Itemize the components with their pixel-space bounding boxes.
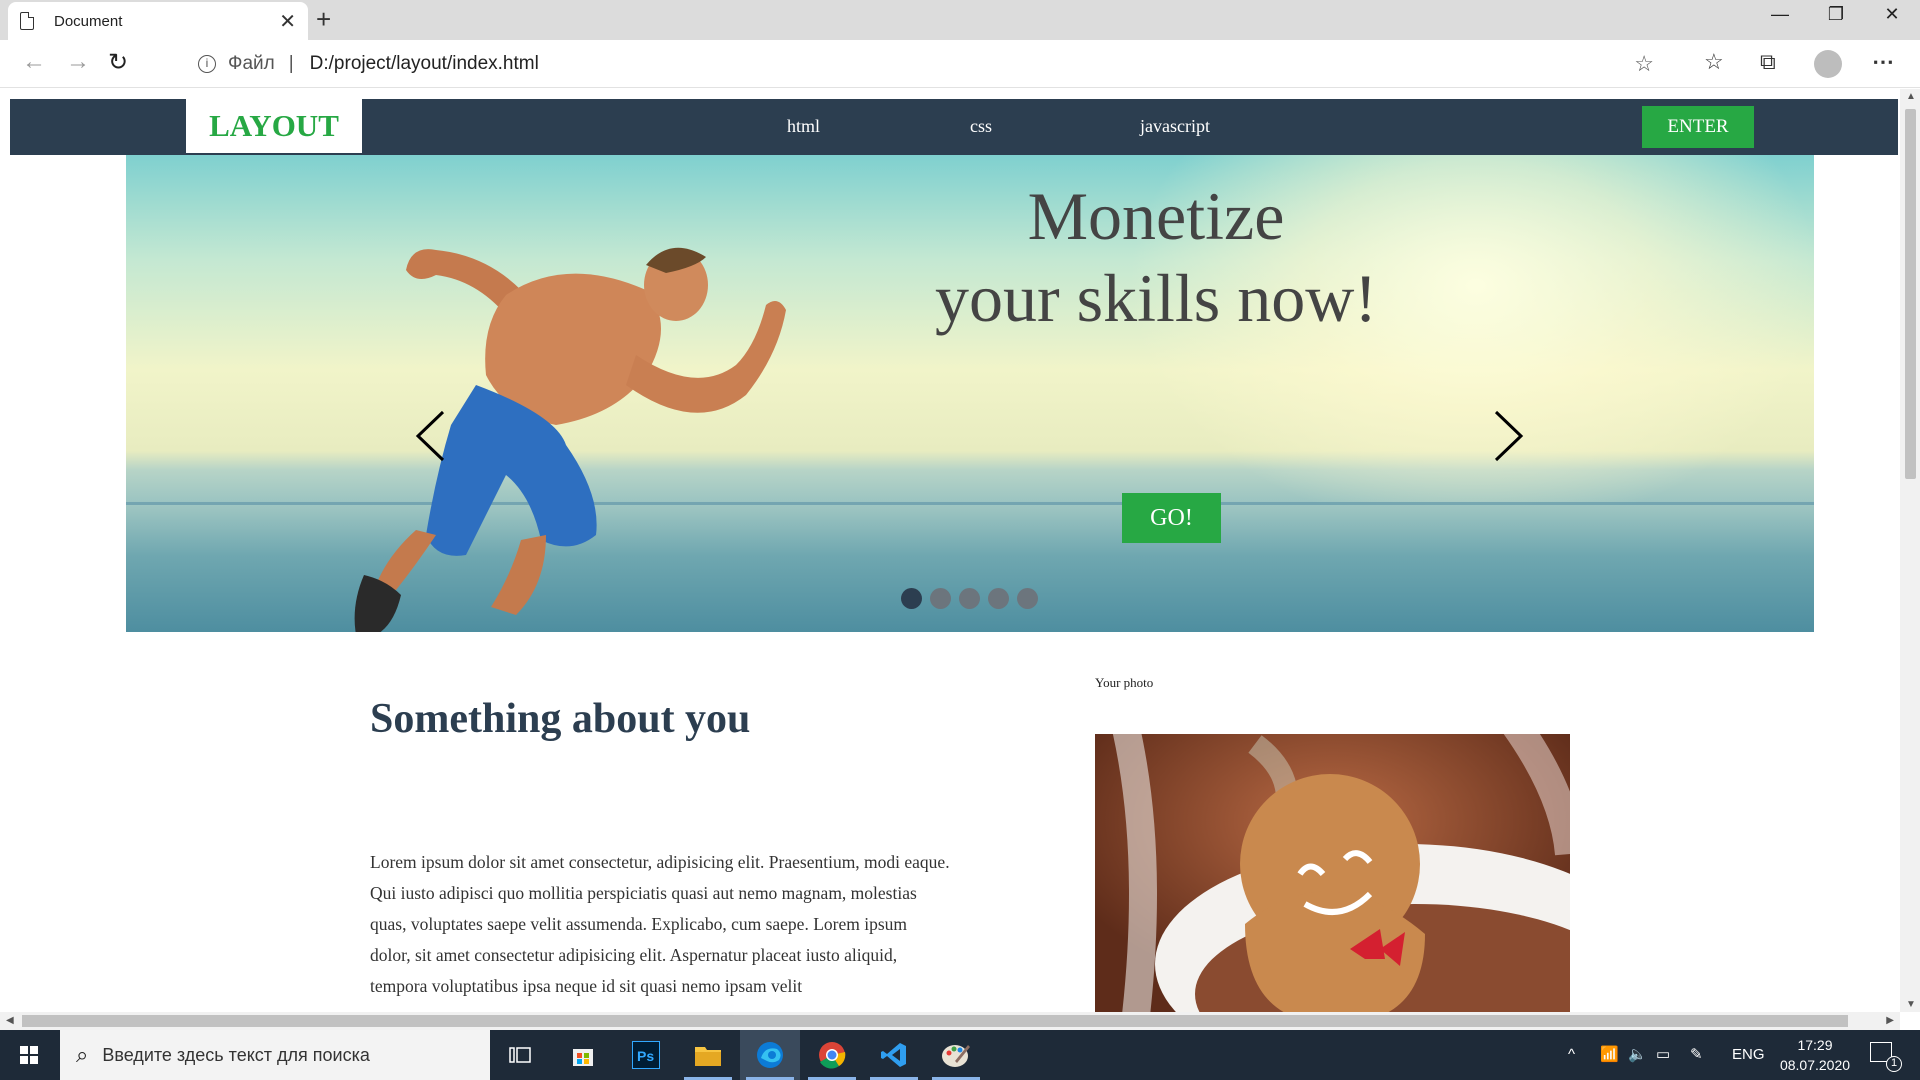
photoshop-icon[interactable]: Ps <box>616 1030 676 1080</box>
browser-tab[interactable]: Document ✕ <box>8 2 308 40</box>
scroll-down-icon[interactable]: ▼ <box>1906 999 1916 1010</box>
slider-dot-4[interactable] <box>988 588 1009 609</box>
hero-headline: Monetize your skills now! <box>906 175 1406 339</box>
gingerbread-photo <box>1095 734 1570 1012</box>
paint-icon[interactable] <box>926 1030 986 1080</box>
forward-icon[interactable]: → <box>66 48 90 76</box>
headline-line-2: your skills now! <box>935 260 1377 336</box>
tab-close-icon[interactable]: ✕ <box>279 9 296 34</box>
vscode-icon[interactable] <box>864 1030 924 1080</box>
address-toolbar: ← → ↻ i Файл | D:/project/layout/index.h… <box>0 40 1920 88</box>
windows-logo-icon <box>20 1046 38 1064</box>
profile-avatar-icon[interactable] <box>1814 50 1842 78</box>
window-controls: — ❐ ✕ <box>1752 0 1920 30</box>
refresh-icon[interactable]: ↻ <box>108 48 128 77</box>
minimize-button[interactable]: — <box>1752 0 1808 30</box>
clock-time: 17:29 <box>1797 1037 1833 1053</box>
slider-dot-5[interactable] <box>1017 588 1038 609</box>
photo-label: Your photo <box>1095 675 1154 690</box>
headline-line-1: Monetize <box>1027 178 1285 254</box>
scroll-left-icon[interactable]: ◀ <box>6 1015 14 1026</box>
info-icon[interactable]: i <box>198 55 216 73</box>
slider-next-arrow-icon[interactable] <box>1494 410 1524 462</box>
edge-icon[interactable] <box>740 1030 800 1080</box>
go-button[interactable]: GO! <box>1122 493 1221 543</box>
about-title: Something about you <box>370 696 751 742</box>
browser-tab-strip: Document ✕ + — ❐ ✕ <box>0 0 1920 40</box>
taskbar-clock[interactable]: 17:29 08.07.2020 <box>1770 1035 1860 1075</box>
favorite-star-icon[interactable]: ☆ <box>1634 51 1654 77</box>
language-indicator[interactable]: ENG <box>1732 1030 1765 1080</box>
nav-link-javascript[interactable]: javascript <box>1140 99 1210 153</box>
site-header: LAYOUT html css javascript ENTER <box>10 99 1898 155</box>
notification-count-badge: 1 <box>1886 1056 1902 1072</box>
vertical-scrollbar[interactable]: ▲ ▼ <box>1900 89 1920 1012</box>
horizontal-scroll-thumb[interactable] <box>22 1015 1848 1027</box>
slider-dot-2[interactable] <box>930 588 951 609</box>
running-man-image <box>354 247 786 632</box>
store-icon[interactable] <box>553 1030 613 1080</box>
task-view-icon[interactable] <box>490 1030 550 1080</box>
taskbar-search-placeholder: Введите здесь текст для поиска <box>102 1044 370 1065</box>
back-icon[interactable]: ← <box>22 48 46 76</box>
close-window-button[interactable]: ✕ <box>1864 0 1920 30</box>
new-tab-button[interactable]: + <box>316 4 331 35</box>
tray-overflow-icon[interactable]: ^ <box>1568 1030 1575 1080</box>
page-viewport: LAYOUT html css javascript ENTER Monetiz… <box>0 89 1900 1012</box>
page-icon <box>20 12 34 30</box>
scroll-right-icon[interactable]: ▶ <box>1886 1015 1894 1026</box>
slider-dot-3[interactable] <box>959 588 980 609</box>
url-text[interactable]: D:/project/layout/index.html <box>310 53 539 75</box>
pen-icon[interactable]: ✎ <box>1690 1030 1703 1080</box>
svg-text:Ps: Ps <box>637 1048 654 1064</box>
clock-date: 08.07.2020 <box>1779 1057 1851 1073</box>
protocol-label: Файл <box>228 53 275 74</box>
taskbar-search[interactable]: ⌕ Введите здесь текст для поиска <box>60 1030 490 1080</box>
enter-button[interactable]: ENTER <box>1642 106 1754 148</box>
slider-pagination <box>901 588 1038 609</box>
maximize-button[interactable]: ❐ <box>1808 0 1864 30</box>
nav-link-css[interactable]: css <box>970 99 992 153</box>
hero-slider: Monetize your skills now! GO! <box>126 155 1814 632</box>
windows-taskbar: ⌕ Введите здесь текст для поиска Ps ^ 📶 … <box>0 1030 1920 1080</box>
scroll-up-icon[interactable]: ▲ <box>1906 91 1916 102</box>
search-icon: ⌕ <box>76 1042 89 1067</box>
vertical-scroll-thumb[interactable] <box>1905 109 1916 479</box>
tab-title: Document <box>54 12 123 30</box>
start-button[interactable] <box>0 1030 58 1080</box>
nav-link-html[interactable]: html <box>787 99 820 153</box>
chrome-icon[interactable] <box>802 1030 862 1080</box>
address-separator: | <box>288 53 294 74</box>
gingerbread-cookie-image <box>1095 734 1570 1012</box>
file-explorer-icon[interactable] <box>678 1030 738 1080</box>
horizontal-scrollbar[interactable]: ◀ ▶ <box>0 1012 1900 1030</box>
collections-icon[interactable]: ⧉ <box>1760 49 1776 75</box>
battery-icon[interactable]: ▭ <box>1656 1030 1670 1080</box>
volume-icon[interactable]: 🔈 <box>1628 1030 1647 1080</box>
address-bar[interactable]: i Файл | D:/project/layout/index.html ☆ <box>180 46 1680 82</box>
site-logo[interactable]: LAYOUT <box>186 99 362 153</box>
network-icon[interactable]: 📶 <box>1600 1030 1619 1080</box>
more-menu-icon[interactable]: ⋯ <box>1872 49 1894 75</box>
slider-dot-1[interactable] <box>901 588 922 609</box>
favorites-list-icon[interactable]: ☆ <box>1704 49 1724 75</box>
slider-prev-arrow-icon[interactable] <box>415 410 445 462</box>
about-text: Lorem ipsum dolor sit amet consectetur, … <box>370 852 950 996</box>
